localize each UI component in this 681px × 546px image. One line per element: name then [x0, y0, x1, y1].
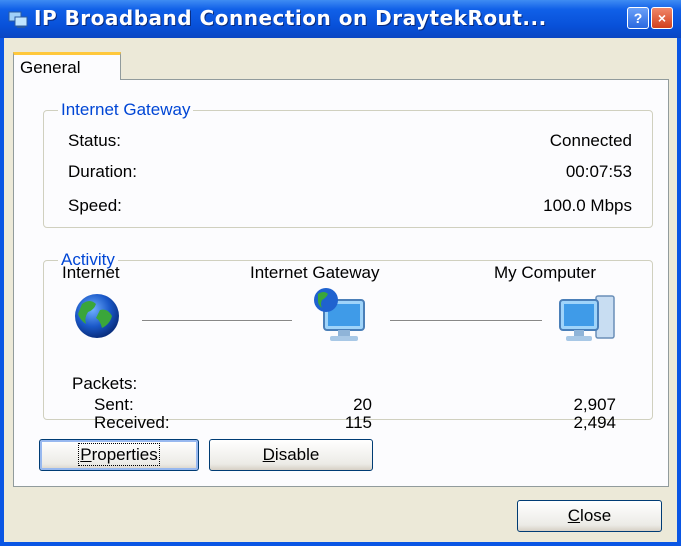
duration-label: Duration:: [68, 162, 137, 181]
properties-label: roperties: [91, 445, 158, 464]
close-label: lose: [580, 506, 612, 525]
globe-icon: [75, 294, 119, 338]
gateway-received-value: 115: [344, 413, 372, 432]
connection-line-computer: [390, 320, 542, 322]
close-button[interactable]: Close: [517, 500, 662, 532]
sent-label: Sent:: [94, 395, 134, 414]
gateway-computer-icon: [314, 288, 365, 341]
speed-label: Speed:: [68, 196, 122, 215]
dialog-window: IP Broadband Connection on DraytekRout..…: [0, 0, 681, 546]
internet-gateway-legend: Internet Gateway: [61, 100, 191, 119]
computer-sent-value: 2,907: [573, 395, 616, 414]
received-label: Received:: [94, 413, 170, 432]
computer-received-value: 2,494: [573, 413, 616, 432]
internet-node-label: Internet: [62, 263, 120, 282]
dialog-client-area: General Internet Gateway Status: Connect…: [4, 38, 677, 542]
title-bar[interactable]: IP Broadband Connection on DraytekRout..…: [0, 0, 681, 38]
disable-mnemonic: D: [262, 445, 275, 464]
connection-line-internet: [142, 320, 292, 322]
close-window-button[interactable]: ×: [651, 7, 673, 29]
status-value: Connected: [549, 131, 632, 150]
window-title: IP Broadband Connection on DraytekRout..…: [34, 6, 547, 30]
packets-label: Packets:: [72, 374, 138, 393]
close-mnemonic: C: [567, 506, 581, 525]
disable-label: isable: [274, 445, 320, 464]
help-button[interactable]: ?: [627, 7, 649, 29]
status-label: Status:: [68, 131, 121, 150]
properties-button[interactable]: Properties: [39, 439, 199, 471]
computer-node-label: My Computer: [494, 263, 597, 282]
speed-value: 100.0 Mbps: [543, 196, 632, 215]
computer-icon: [559, 295, 615, 341]
gateway-node-label: Internet Gateway: [250, 263, 380, 282]
duration-value: 00:07:53: [565, 162, 632, 181]
properties-mnemonic: P: [80, 445, 92, 464]
disable-button[interactable]: Disable: [209, 439, 373, 471]
general-tab-panel: Internet Gateway Status: Connected Durat…: [13, 79, 669, 487]
gateway-sent-value: 20: [353, 395, 372, 414]
network-connection-icon: [8, 11, 28, 28]
tab-general[interactable]: General: [13, 52, 121, 80]
